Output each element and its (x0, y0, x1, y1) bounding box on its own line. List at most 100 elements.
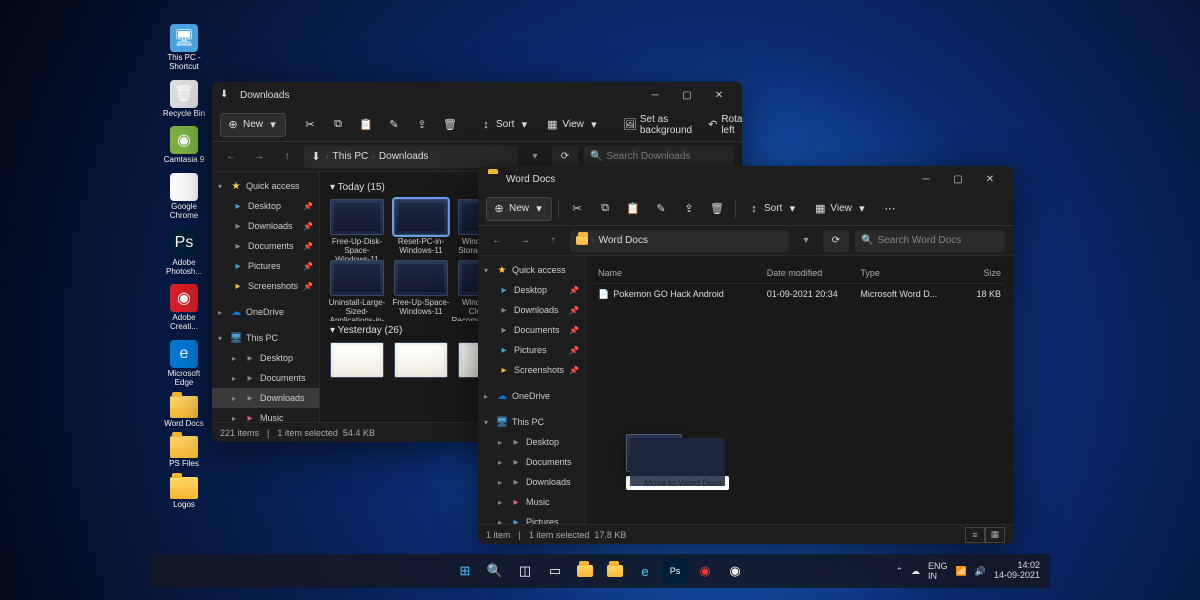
rename-button[interactable]: ✎ (649, 197, 673, 221)
titlebar[interactable]: ⬇ Downloads ─ ▢ ✕ (212, 82, 742, 108)
sidebar-item-pictures[interactable]: ▸▸Pictures (478, 512, 585, 524)
wifi-icon[interactable]: 📶 (956, 566, 967, 577)
table-row[interactable]: 📄Pokemon GO Hack Android 01-09-2021 20:3… (594, 284, 1005, 304)
maximize-button[interactable]: ▢ (672, 83, 702, 107)
rename-button[interactable]: ✎ (382, 113, 406, 137)
set-background-button[interactable]: 🖼Set as background (618, 113, 698, 137)
clock[interactable]: 14:0214-09-2021 (994, 561, 1040, 581)
desktop-icon[interactable]: 🗑Recycle Bin (158, 80, 210, 119)
file-thumbnail[interactable]: Free-Up-Disk-Space-Windows-11 (328, 199, 386, 260)
paste-button[interactable]: 📋 (354, 113, 378, 137)
explorer-taskbar-icon[interactable] (572, 558, 598, 584)
chrome-taskbar-icon[interactable]: ◉ (722, 558, 748, 584)
view-button[interactable]: ▦View▾ (808, 197, 874, 221)
close-button[interactable]: ✕ (704, 83, 734, 107)
sidebar-item-downloads[interactable]: ▸▸Downloads (212, 388, 319, 408)
dropdown-button[interactable]: ▾ (795, 230, 817, 252)
crumb-segment[interactable]: This PC (333, 151, 369, 162)
crumb-segment[interactable]: Downloads (379, 151, 428, 162)
back-button[interactable]: ← (486, 230, 508, 252)
desktop-icon[interactable]: ◉Google Chrome (158, 173, 210, 221)
close-button[interactable]: ✕ (975, 167, 1005, 191)
share-button[interactable]: ⇪ (410, 113, 434, 137)
column-headers[interactable]: Name Date modified Type Size (594, 262, 1005, 284)
copy-button[interactable]: ⧉ (593, 197, 617, 221)
minimize-button[interactable]: ─ (911, 167, 941, 191)
col-size[interactable]: Size (954, 268, 1001, 278)
sidebar-quick-access[interactable]: ▾★Quick access (478, 260, 585, 280)
breadcrumb[interactable]: ⬇› This PC› Downloads (304, 146, 518, 168)
taskbar[interactable]: ⊞ 🔍 ◫ ▭ e Ps ◉ ◉ ⌃ ☁ ENGIN 📶 🔊 14:0214-0… (150, 554, 1050, 588)
details-view-button[interactable]: ≡ (965, 527, 985, 543)
crumb-segment[interactable]: Word Docs (599, 235, 648, 246)
view-button[interactable]: ▦View▾ (540, 113, 606, 137)
col-name[interactable]: Name (598, 268, 767, 278)
rotate-left-button[interactable]: ↶Rotate left (702, 113, 742, 137)
tray-chevron-icon[interactable]: ⌃ (895, 566, 903, 577)
delete-button[interactable]: 🗑 (705, 197, 729, 221)
sort-button[interactable]: ↕Sort▾ (742, 197, 804, 221)
desktop-icon[interactable]: 🖥This PC - Shortcut (158, 24, 210, 72)
forward-button[interactable]: → (514, 230, 536, 252)
dropdown-button[interactable]: ▾ (524, 146, 546, 168)
minimize-button[interactable]: ─ (640, 83, 670, 107)
app-taskbar-icon[interactable]: ◉ (692, 558, 718, 584)
sidebar-item-desktop[interactable]: ▸▸Desktop (478, 432, 585, 452)
sidebar-quick-access[interactable]: ▾★Quick access (212, 176, 319, 196)
file-list[interactable]: Name Date modified Type Size 📄Pokemon GO… (586, 256, 1013, 524)
cut-button[interactable]: ✂ (298, 113, 322, 137)
desktop-icon[interactable]: PS Files (158, 436, 210, 469)
delete-button[interactable]: 🗑 (438, 113, 462, 137)
new-button[interactable]: ⊕New▾ (220, 113, 286, 137)
share-button[interactable]: ⇪ (677, 197, 701, 221)
col-date[interactable]: Date modified (767, 268, 861, 278)
desktop-icon[interactable]: eMicrosoft Edge (158, 340, 210, 388)
file-thumbnail[interactable]: Uninstall-Large-Sized-Applications-in-Wi… (328, 260, 386, 321)
photoshop-taskbar-icon[interactable]: Ps (662, 558, 688, 584)
sidebar-item-music[interactable]: ▸▸Music (478, 492, 585, 512)
sidebar-onedrive[interactable]: ▸☁OneDrive (212, 302, 319, 322)
sidebar-item-documents[interactable]: ▸Documents📌 (212, 236, 319, 256)
sidebar-item-desktop[interactable]: ▸Desktop📌 (478, 280, 585, 300)
widgets-button[interactable]: ▭ (542, 558, 568, 584)
file-thumbnail[interactable]: Free-Up-Space-Windows-11 (392, 260, 450, 321)
sidebar-item-documents[interactable]: ▸▸Documents (212, 368, 319, 388)
desktop-icon[interactable]: Word Docs (158, 396, 210, 429)
sidebar-item-pictures[interactable]: ▸Pictures📌 (212, 256, 319, 276)
sidebar-item-pictures[interactable]: ▸Pictures📌 (478, 340, 585, 360)
copy-button[interactable]: ⧉ (326, 113, 350, 137)
desktop-icon[interactable]: ◉Adobe Creati... (158, 284, 210, 332)
file-thumbnail[interactable]: Reset-PC-in-Windows-11 (392, 199, 450, 260)
search-input[interactable]: 🔍Search Downloads (584, 146, 734, 168)
sidebar-item-screenshots[interactable]: ▸Screenshots📌 (478, 360, 585, 380)
desktop-icon[interactable]: PsAdobe Photosh... (158, 229, 210, 277)
file-thumbnail[interactable] (392, 342, 450, 381)
file-thumbnail[interactable] (328, 342, 386, 381)
more-button[interactable]: ⋯ (878, 197, 902, 221)
sidebar-item-music[interactable]: ▸▸Music (212, 408, 319, 422)
language-indicator[interactable]: ENGIN (928, 561, 948, 581)
sidebar-item-desktop[interactable]: ▸▸Desktop (212, 348, 319, 368)
sidebar-item-screenshots[interactable]: ▸Screenshots📌 (212, 276, 319, 296)
sidebar-onedrive[interactable]: ▸☁OneDrive (478, 386, 585, 406)
onedrive-tray-icon[interactable]: ☁ (911, 566, 920, 577)
thumbnail-view-button[interactable]: ▦ (985, 527, 1005, 543)
sidebar-item-downloads[interactable]: ▸▸Downloads (478, 472, 585, 492)
paste-button[interactable]: 📋 (621, 197, 645, 221)
volume-icon[interactable]: 🔊 (975, 566, 986, 577)
sidebar-item-downloads[interactable]: ▸Downloads📌 (478, 300, 585, 320)
edge-taskbar-icon[interactable]: e (632, 558, 658, 584)
search-button[interactable]: 🔍 (482, 558, 508, 584)
forward-button[interactable]: → (248, 146, 270, 168)
sidebar-thispc[interactable]: ▾🖥This PC (212, 328, 319, 348)
sidebar-item-downloads[interactable]: ▸Downloads📌 (212, 216, 319, 236)
back-button[interactable]: ← (220, 146, 242, 168)
start-button[interactable]: ⊞ (452, 558, 478, 584)
sidebar-item-desktop[interactable]: ▸Desktop📌 (212, 196, 319, 216)
titlebar[interactable]: Word Docs ─ ▢ ✕ (478, 166, 1013, 192)
search-input[interactable]: 🔍Search Word Docs (855, 230, 1005, 252)
sidebar-item-documents[interactable]: ▸Documents📌 (478, 320, 585, 340)
maximize-button[interactable]: ▢ (943, 167, 973, 191)
system-tray[interactable]: ⌃ ☁ ENGIN 📶 🔊 14:0214-09-2021 (895, 561, 1050, 581)
up-button[interactable]: ↑ (542, 230, 564, 252)
